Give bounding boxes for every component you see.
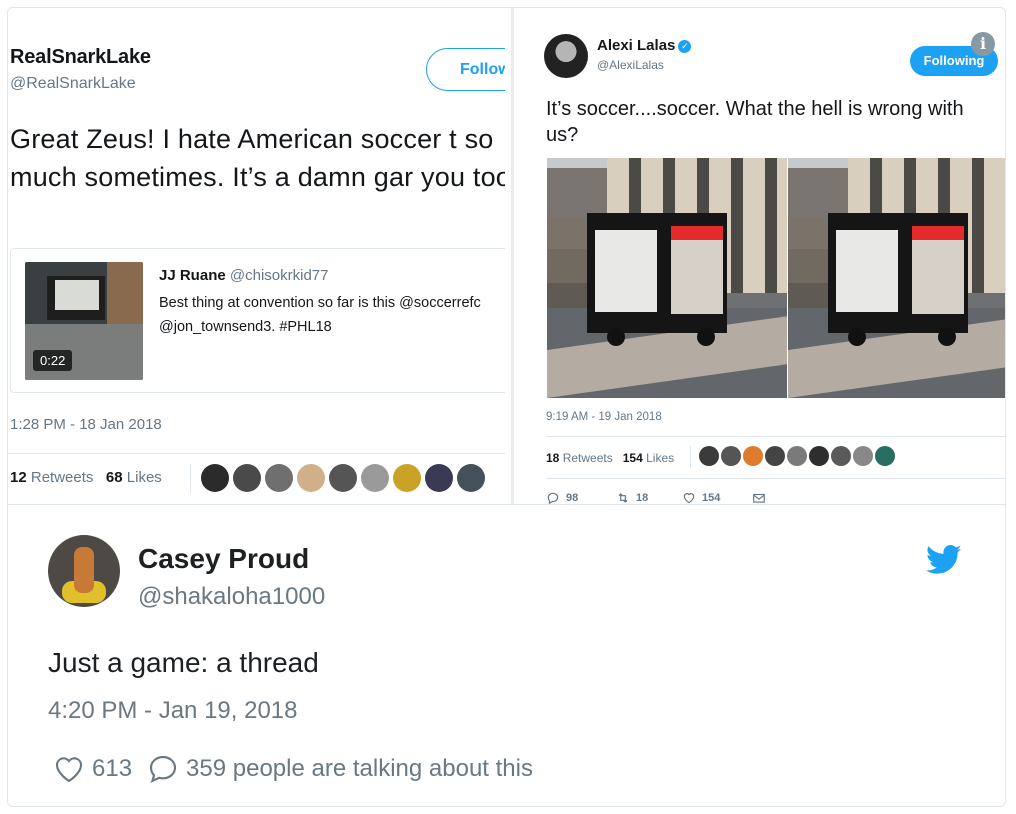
follow-button: Follow xyxy=(426,48,505,91)
liker-avatar xyxy=(265,464,293,492)
left-display-name: RealSnarkLake xyxy=(10,46,151,68)
truck-side-panel xyxy=(836,230,898,312)
liker-avatar xyxy=(875,446,895,466)
quoted-display-name: JJ Ruane xyxy=(159,267,226,284)
truck-rear-panel xyxy=(671,226,723,314)
verified-icon: ✓ xyxy=(678,40,692,53)
liker-avatar xyxy=(201,464,229,492)
liker-avatar xyxy=(721,446,741,466)
right-tweet-text: It’s soccer....soccer. What the hell is … xyxy=(546,98,964,146)
thumb-screen xyxy=(55,280,99,310)
author-handle[interactable]: @shakaloha1000 xyxy=(138,583,325,611)
retweet-count: 18 xyxy=(636,492,649,504)
likes-count[interactable]: 613 xyxy=(92,755,132,783)
talking-about-link[interactable]: 359 people are talking about this xyxy=(186,755,533,783)
reply-action: 98 xyxy=(546,491,616,504)
right-likes-count: 154 xyxy=(622,451,643,465)
right-author: Alexi Lalas ✓ xyxy=(597,37,692,54)
right-avatar xyxy=(544,34,588,78)
right-timestamp: 9:19 AM - 19 Jan 2018 xyxy=(546,411,662,423)
liker-avatar xyxy=(853,446,873,466)
truck-photo-1 xyxy=(547,158,787,398)
info-icon: i xyxy=(971,32,995,56)
right-likes-label: Likes xyxy=(646,451,675,465)
liker-avatar xyxy=(329,464,357,492)
reply-count: 98 xyxy=(566,492,579,504)
embedded-tweet-card: RealSnarkLake @RealSnarkLake Follow Grea… xyxy=(7,7,1006,807)
heart-icon[interactable] xyxy=(52,753,86,785)
liker-avatar xyxy=(297,464,325,492)
thumb-building xyxy=(107,262,143,326)
like-action: 154 xyxy=(682,491,752,504)
left-likes-label: Likes xyxy=(126,469,162,486)
retweet-icon xyxy=(618,493,628,503)
truck-photo-2 xyxy=(788,158,1005,398)
truck-wheel xyxy=(848,328,866,346)
tweet-text: Just a game: a thread xyxy=(48,647,319,678)
liker-avatar xyxy=(393,464,421,492)
quoted-author: JJ Ruane @chisokrkid77 xyxy=(159,267,328,284)
right-handle: @AlexiLalas xyxy=(597,58,664,72)
left-retweets-label: Retweets xyxy=(30,469,94,486)
avatar-person xyxy=(74,547,94,593)
left-likes-count: 68 xyxy=(105,469,123,486)
left-tweet-text: Great Zeus! I hate American soccer t so … xyxy=(10,124,505,192)
envelope-icon xyxy=(753,493,765,503)
liker-avatar xyxy=(743,446,763,466)
liker-avatar xyxy=(361,464,389,492)
quoted-handle: @chisokrkid77 xyxy=(229,267,329,284)
liker-avatar xyxy=(831,446,851,466)
liker-avatar xyxy=(787,446,807,466)
liker-avatar xyxy=(233,464,261,492)
truck-wheel xyxy=(607,328,625,346)
right-retweets-count: 18 xyxy=(546,451,560,465)
left-liker-avatars xyxy=(190,464,485,494)
twitter-bird-icon[interactable] xyxy=(926,545,962,575)
retweet-action: 18 xyxy=(616,491,682,504)
left-timestamp: 1:28 PM - 18 Jan 2018 xyxy=(10,416,162,433)
truck-wheel xyxy=(697,328,715,346)
quoted-tweet: 0:22 JJ Ruane @chisokrkid77 Best thing a… xyxy=(10,248,505,393)
right-display-name: Alexi Lalas xyxy=(597,37,676,54)
avatar[interactable] xyxy=(48,535,120,607)
liker-avatar xyxy=(699,446,719,466)
dm-action xyxy=(752,491,822,504)
left-handle: @RealSnarkLake xyxy=(10,75,136,92)
video-duration: 0:22 xyxy=(33,350,73,371)
liker-avatar xyxy=(809,446,829,466)
quoted-text: Best thing at convention so far is this … xyxy=(159,295,481,335)
tweet-timestamp[interactable]: 4:20 PM - Jan 19, 2018 xyxy=(48,697,298,725)
tweet-meta: 613 359 people are talking about this xyxy=(52,753,533,785)
liker-avatar xyxy=(457,464,485,492)
truck-rear-panel xyxy=(912,226,964,314)
embedded-tweet: Casey Proud @shakaloha1000 Just a game: … xyxy=(8,505,1005,806)
left-tweet-screenshot: RealSnarkLake @RealSnarkLake Follow Grea… xyxy=(8,8,505,504)
tweet-screenshots-image: RealSnarkLake @RealSnarkLake Follow Grea… xyxy=(8,8,1005,505)
like-count: 154 xyxy=(702,492,721,504)
video-thumbnail: 0:22 xyxy=(25,262,143,380)
truck-wheel xyxy=(938,328,956,346)
left-retweets-count: 12 xyxy=(10,469,27,486)
truck-side-panel xyxy=(595,230,657,312)
right-tweet-screenshot: Alexi Lalas ✓ @AlexiLalas Following i It’… xyxy=(514,8,1005,504)
liker-avatar xyxy=(425,464,453,492)
heart-icon xyxy=(683,493,695,504)
right-liker-avatars xyxy=(690,446,895,468)
right-tweet-actions: 98 18 154 xyxy=(546,478,1005,504)
right-retweets-label: Retweets xyxy=(562,451,613,465)
speech-bubble-icon[interactable] xyxy=(146,753,180,785)
liker-avatar xyxy=(765,446,785,466)
reply-icon xyxy=(547,492,559,504)
author-name[interactable]: Casey Proud xyxy=(138,543,309,575)
